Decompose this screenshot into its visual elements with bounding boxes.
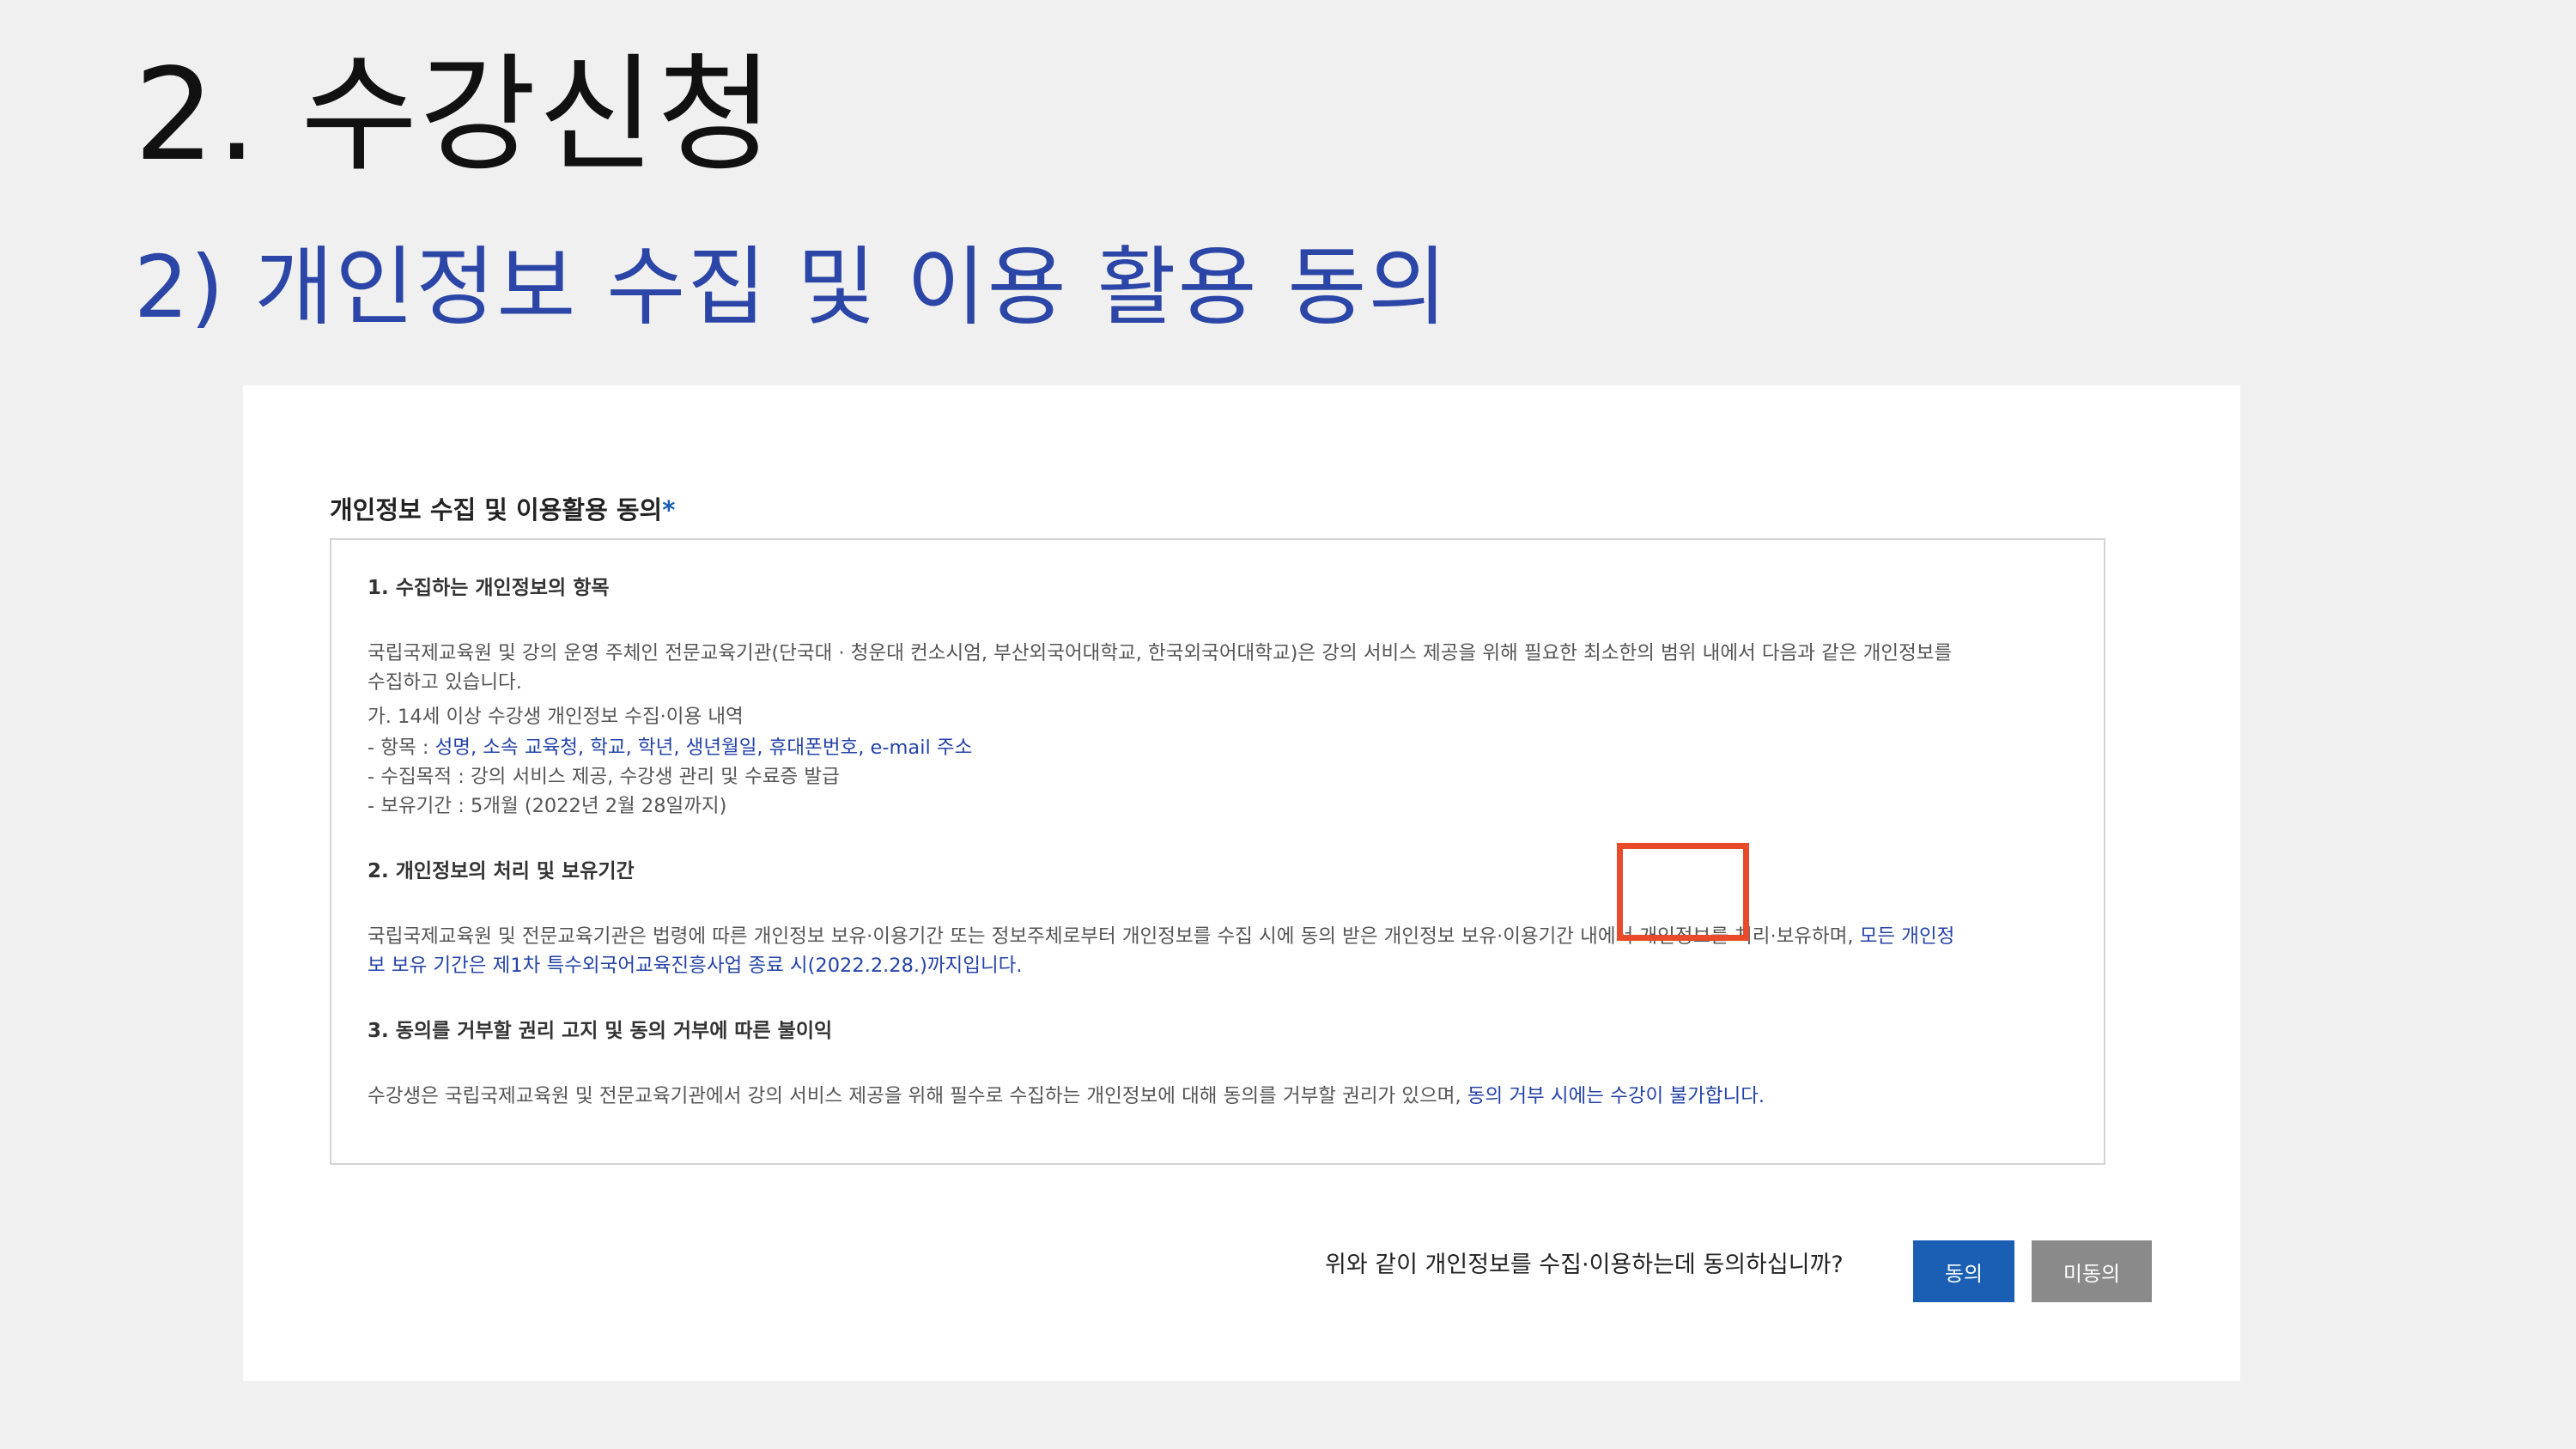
section-1-subtitle: 가. 14세 이상 수강생 개인정보 수집·이용 내역 bbox=[368, 706, 744, 728]
consent-heading-text: 개인정보 수집 및 이용활용 동의 bbox=[330, 495, 663, 524]
section-1-items-value: 성명, 소속 교육청, 학교, 학년, 생년월일, 휴대폰번호, e-mail … bbox=[434, 737, 973, 759]
section-1-title: 1. 수집하는 개인정보의 항목 bbox=[368, 577, 610, 599]
section-1-retention: - 보유기간 : 5개월 (2022년 2월 28일까지) bbox=[368, 795, 727, 817]
slide-subtitle: 2) 개인정보 수집 및 이용 활용 동의 bbox=[134, 237, 1449, 337]
agree-button[interactable]: 동의 bbox=[1913, 1240, 2014, 1302]
section-3-title: 3. 동의를 거부할 권리 고지 및 동의 거부에 따른 불이익 bbox=[368, 1020, 833, 1042]
section-2-body-blue-1: 모든 개인정 bbox=[1859, 925, 1955, 948]
slide-title: 2. 수강신청 bbox=[134, 41, 775, 189]
section-3-body-blue: 동의 거부 시에는 수강이 불가합니다. bbox=[1467, 1085, 1765, 1107]
section-3-body: 수강생은 국립국제교육원 및 전문교육기관에서 강의 서비스 제공을 위해 필수… bbox=[368, 1081, 1765, 1112]
section-2-body-line2: 보 보유 기간은 제1차 특수외국어교육진흥사업 종료 시(2022.2.28.… bbox=[368, 955, 1023, 977]
section-1-body-line2: 수집하고 있습니다. bbox=[368, 671, 522, 694]
section-1-items-label: - 항목 : bbox=[368, 737, 435, 759]
section-2-body-plain: 국립국제교육원 및 전문교육기관은 법령에 따른 개인정보 보유·이용기간 또는… bbox=[368, 925, 1860, 948]
consent-form-screenshot: 개인정보 수집 및 이용활용 동의* 1. 수집하는 개인정보의 항목 국립국제… bbox=[243, 385, 2240, 1381]
terms-box[interactable]: 1. 수집하는 개인정보의 항목 국립국제교육원 및 강의 운영 주체인 전문교… bbox=[330, 538, 2105, 1165]
disagree-button[interactable]: 미동의 bbox=[2032, 1240, 2152, 1302]
section-1-items: - 항목 : 성명, 소속 교육청, 학교, 학년, 생년월일, 휴대폰번호, … bbox=[368, 732, 972, 763]
section-2-body-line1: 국립국제교육원 및 전문교육기관은 법령에 따른 개인정보 보유·이용기간 또는… bbox=[368, 921, 1954, 952]
section-3-body-plain: 수강생은 국립국제교육원 및 전문교육기관에서 강의 서비스 제공을 위해 필수… bbox=[368, 1085, 1467, 1107]
consent-heading: 개인정보 수집 및 이용활용 동의* bbox=[330, 490, 675, 526]
section-1-body-line1: 국립국제교육원 및 강의 운영 주체인 전문교육기관(단국대 · 청운대 컨소시… bbox=[368, 642, 1953, 664]
required-mark: * bbox=[662, 495, 676, 524]
section-2-title: 2. 개인정보의 처리 및 보유기간 bbox=[368, 860, 635, 882]
consent-question: 위와 같이 개인정보를 수집·이용하는데 동의하십니까? bbox=[1325, 1252, 1844, 1278]
section-1-purpose: - 수집목적 : 강의 서비스 제공, 수강생 관리 및 수료증 발급 bbox=[368, 766, 840, 788]
